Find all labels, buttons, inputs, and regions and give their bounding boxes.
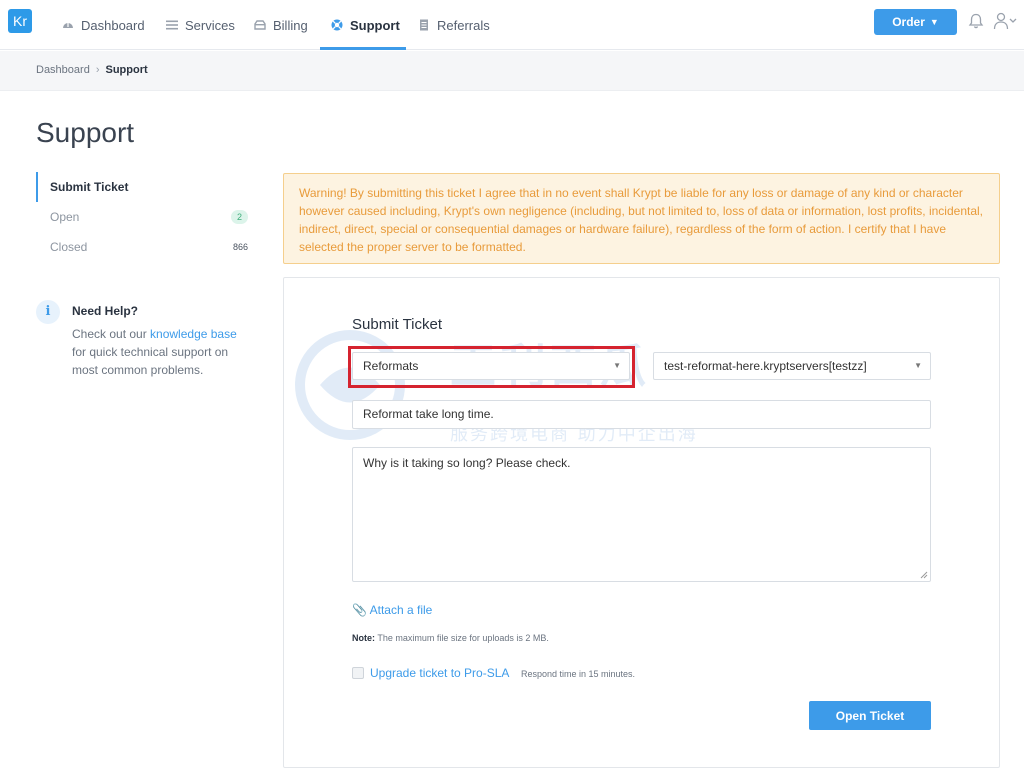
open-ticket-button[interactable]: Open Ticket — [809, 701, 931, 730]
user-icon[interactable] — [993, 12, 1017, 30]
billing-icon — [254, 20, 266, 30]
bell-icon[interactable] — [968, 13, 984, 29]
order-button[interactable]: Order ▼ — [874, 9, 957, 35]
warning-alert: Warning! By submitting this ticket I agr… — [283, 173, 1000, 264]
nav-billing-label: Billing — [273, 17, 308, 33]
breadcrumb-dashboard[interactable]: Dashboard — [36, 64, 90, 76]
highlight-box — [348, 346, 635, 388]
message-textarea[interactable]: Why is it taking so long? Please check. — [352, 447, 931, 582]
attach-file-link[interactable]: 📎 Attach a file — [352, 603, 432, 617]
top-navbar: Kr Dashboard Services Billing Support Re… — [0, 0, 1024, 50]
nav-dashboard[interactable]: Dashboard — [62, 0, 145, 50]
pro-sla-label[interactable]: Upgrade ticket to Pro-SLA — [370, 666, 509, 680]
help-text-before: Check out our — [72, 327, 151, 341]
resize-grip-icon[interactable] — [920, 571, 928, 579]
chevron-down-icon: ▼ — [929, 17, 939, 27]
form-title: Submit Ticket — [352, 316, 443, 333]
active-tab-indicator — [320, 47, 406, 50]
breadcrumb: Dashboard › Support — [36, 64, 148, 76]
sidebar-item-label: Open — [50, 210, 80, 224]
info-icon: i — [36, 300, 60, 324]
help-text: Check out our knowledge base for quick t… — [72, 325, 237, 379]
knowledge-base-link[interactable]: knowledge base — [150, 327, 237, 341]
sidebar-item-label: Closed — [50, 240, 88, 254]
brand-logo[interactable]: Kr — [8, 9, 32, 33]
pro-sla-note: Respond time in 15 minutes. — [521, 669, 636, 679]
nav-dashboard-label: Dashboard — [81, 17, 145, 33]
sidebar-item-submit-ticket[interactable]: Submit Ticket — [36, 172, 248, 202]
pro-sla-checkbox[interactable] — [352, 667, 364, 679]
help-title: Need Help? — [72, 304, 139, 318]
note-label: Note: — [352, 633, 375, 643]
nav-services[interactable]: Services — [166, 0, 235, 50]
nav-referrals[interactable]: Referrals — [418, 0, 490, 50]
support-sidebar: Submit Ticket Open 2 Closed 866 — [36, 172, 248, 262]
upload-note: Note: The maximum file size for uploads … — [352, 633, 549, 643]
attach-file-label: Attach a file — [369, 603, 433, 617]
nav-referrals-label: Referrals — [437, 17, 490, 33]
nav-services-label: Services — [185, 17, 235, 33]
nav-support[interactable]: Support — [331, 0, 400, 50]
message-text: Why is it taking so long? Please check. — [363, 456, 571, 470]
nav-support-label: Support — [350, 17, 400, 33]
sidebar-item-label: Submit Ticket — [50, 180, 129, 194]
caret-down-icon: ▼ — [914, 361, 922, 370]
dashboard-icon — [63, 23, 73, 28]
server-value: test-reformat-here.kryptservers[testzz] — [664, 359, 867, 373]
document-icon — [420, 19, 428, 31]
list-icon — [166, 20, 178, 30]
subject-input[interactable]: Reformat take long time. — [352, 400, 931, 429]
breadcrumb-bar: Dashboard › Support — [0, 51, 1024, 91]
note-text: The maximum file size for uploads is 2 M… — [377, 633, 549, 643]
open-count-badge: 2 — [230, 210, 248, 224]
breadcrumb-separator-icon: › — [95, 64, 100, 76]
closed-count-badge: 866 — [232, 242, 248, 252]
page-title: Support — [36, 117, 135, 148]
paperclip-icon: 📎 — [352, 603, 367, 617]
help-text-after: for quick technical support on most comm… — [72, 345, 229, 377]
lifebuoy-icon — [331, 19, 343, 31]
sidebar-item-closed[interactable]: Closed 866 — [36, 232, 248, 262]
breadcrumb-current: Support — [105, 64, 148, 76]
order-button-label: Order — [892, 15, 925, 29]
server-select[interactable]: test-reformat-here.kryptservers[testzz] … — [653, 352, 931, 380]
sidebar-item-open[interactable]: Open 2 — [36, 202, 248, 232]
nav-billing[interactable]: Billing — [254, 0, 308, 50]
